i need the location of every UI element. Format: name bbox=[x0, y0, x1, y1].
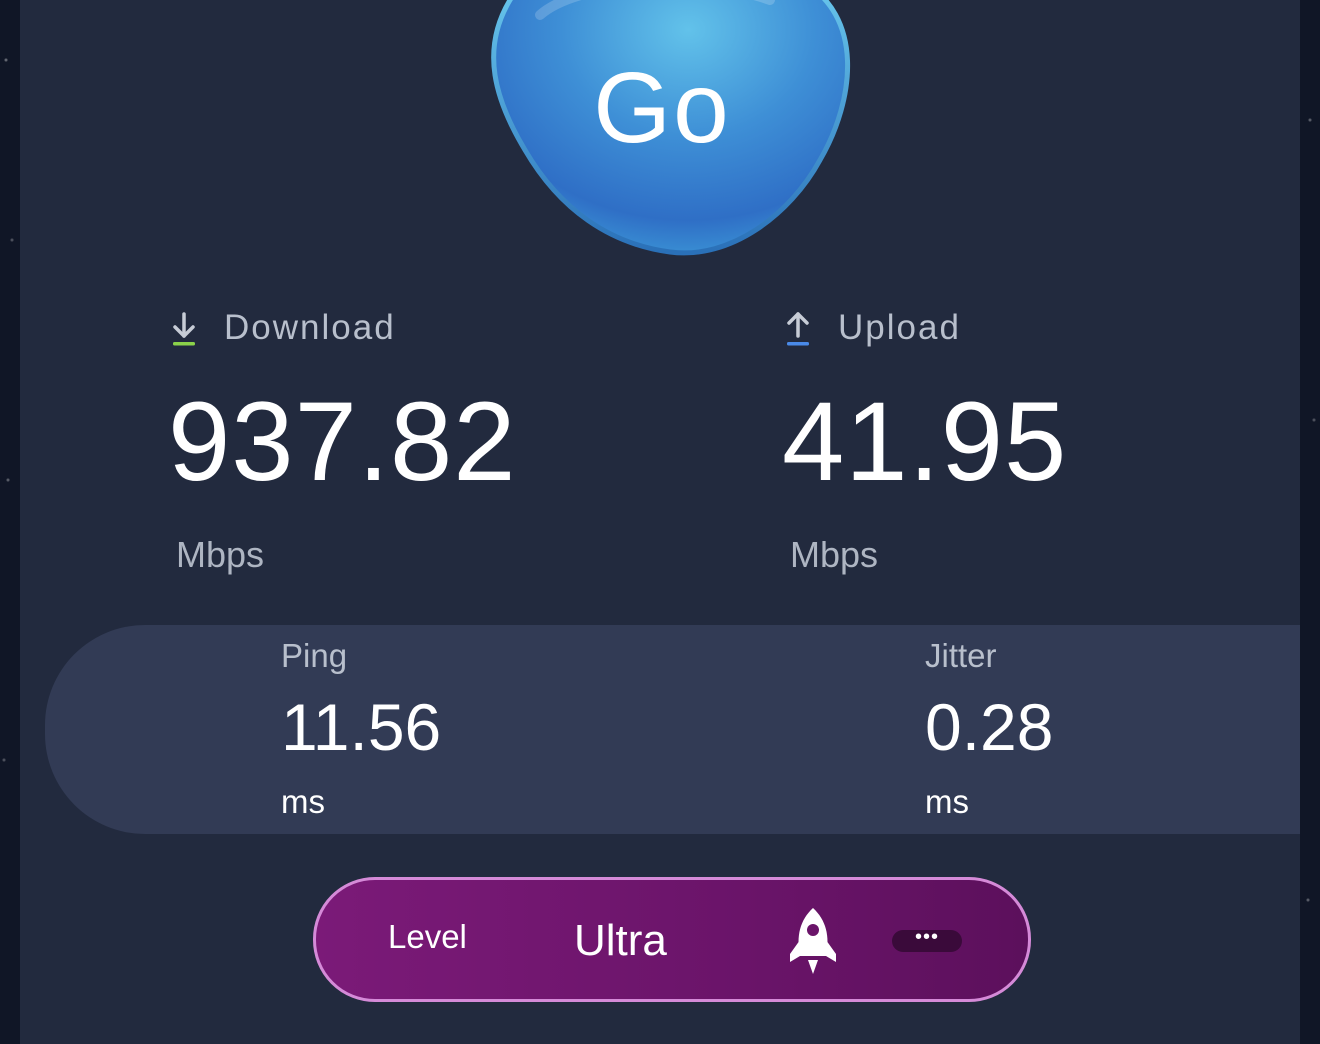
upload-header: Upload bbox=[782, 300, 1282, 356]
upload-metric: Upload 41.95 Mbps bbox=[782, 300, 1282, 576]
more-options-button[interactable]: ••• bbox=[892, 927, 962, 952]
jitter-metric: Jitter 0.28 ms bbox=[925, 637, 1053, 821]
ping-value: 11.56 bbox=[281, 690, 442, 764]
level-label: Level bbox=[388, 918, 467, 955]
download-value: 937.82 bbox=[168, 379, 517, 504]
level-value: Ultra bbox=[574, 916, 667, 965]
ping-metric: Ping 11.56 ms bbox=[281, 637, 441, 821]
ping-label: Ping bbox=[281, 637, 348, 674]
rocket-icon bbox=[786, 904, 840, 980]
go-button[interactable]: Go bbox=[470, 0, 854, 256]
download-header: Download bbox=[168, 300, 668, 356]
go-button-label: Go bbox=[593, 51, 731, 164]
download-title: Download bbox=[224, 308, 396, 347]
download-metric: Download 937.82 Mbps bbox=[168, 300, 668, 576]
jitter-value: 0.28 bbox=[925, 690, 1054, 764]
jitter-unit: ms bbox=[925, 783, 969, 820]
upload-title: Upload bbox=[838, 308, 961, 347]
upload-arrow-icon bbox=[782, 308, 814, 348]
download-arrow-icon bbox=[168, 308, 200, 348]
upload-value: 41.95 bbox=[782, 379, 1068, 504]
ping-unit: ms bbox=[281, 783, 325, 820]
download-unit: Mbps bbox=[176, 534, 265, 575]
level-pill[interactable]: Level Ultra ••• bbox=[313, 877, 1031, 1002]
latency-bar: Ping 11.56 ms Jitter 0.28 ms bbox=[45, 625, 1300, 834]
speedtest-panel: Go Download 937.82 Mbps Upload 41.95 Mbp… bbox=[20, 0, 1300, 1044]
jitter-label: Jitter bbox=[925, 637, 997, 674]
upload-unit: Mbps bbox=[790, 534, 879, 575]
